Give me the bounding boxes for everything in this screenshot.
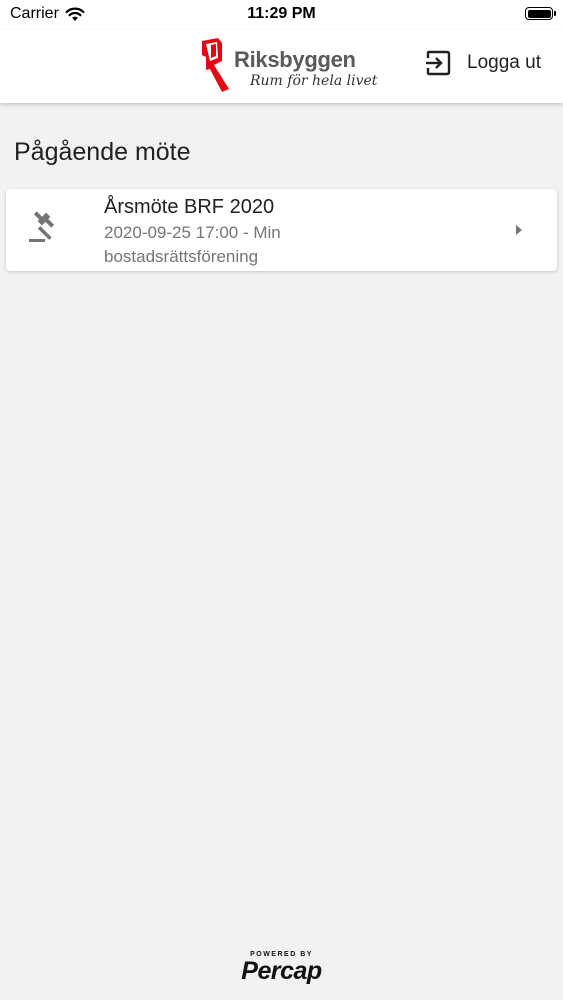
logout-icon	[426, 50, 451, 76]
meeting-subtitle: 2020-09-25 17:00 - Min bostadsrättsfören…	[104, 223, 281, 266]
logout-label: Logga ut	[467, 52, 541, 73]
riksbyggen-logo-mark	[202, 38, 229, 92]
status-time: 11:29 PM	[247, 5, 316, 22]
riksbyggen-logo: Riksbyggen Rum för hela livet	[200, 37, 377, 95]
logout-button[interactable]: Logga ut	[425, 50, 541, 76]
battery-icon	[525, 7, 556, 20]
percap-logo: Percap	[241, 957, 322, 985]
meeting-title: Årsmöte BRF 2020	[104, 196, 275, 218]
logo-name: Riksbyggen	[234, 47, 356, 72]
gavel-icon	[29, 211, 55, 242]
battery-tip	[554, 11, 556, 16]
chevron-right-icon	[516, 225, 522, 235]
app-header: Riksbyggen Rum för hela livet Logga ut	[0, 30, 563, 103]
status-bar: Carrier 11:29 PM	[0, 0, 563, 30]
battery-level	[527, 9, 551, 18]
logo-tagline: Rum för hela livet	[250, 73, 378, 89]
meeting-list-item[interactable]: Årsmöte BRF 2020 2020-09-25 17:00 - Min …	[6, 189, 557, 271]
page-title: Pågående möte	[14, 138, 191, 166]
